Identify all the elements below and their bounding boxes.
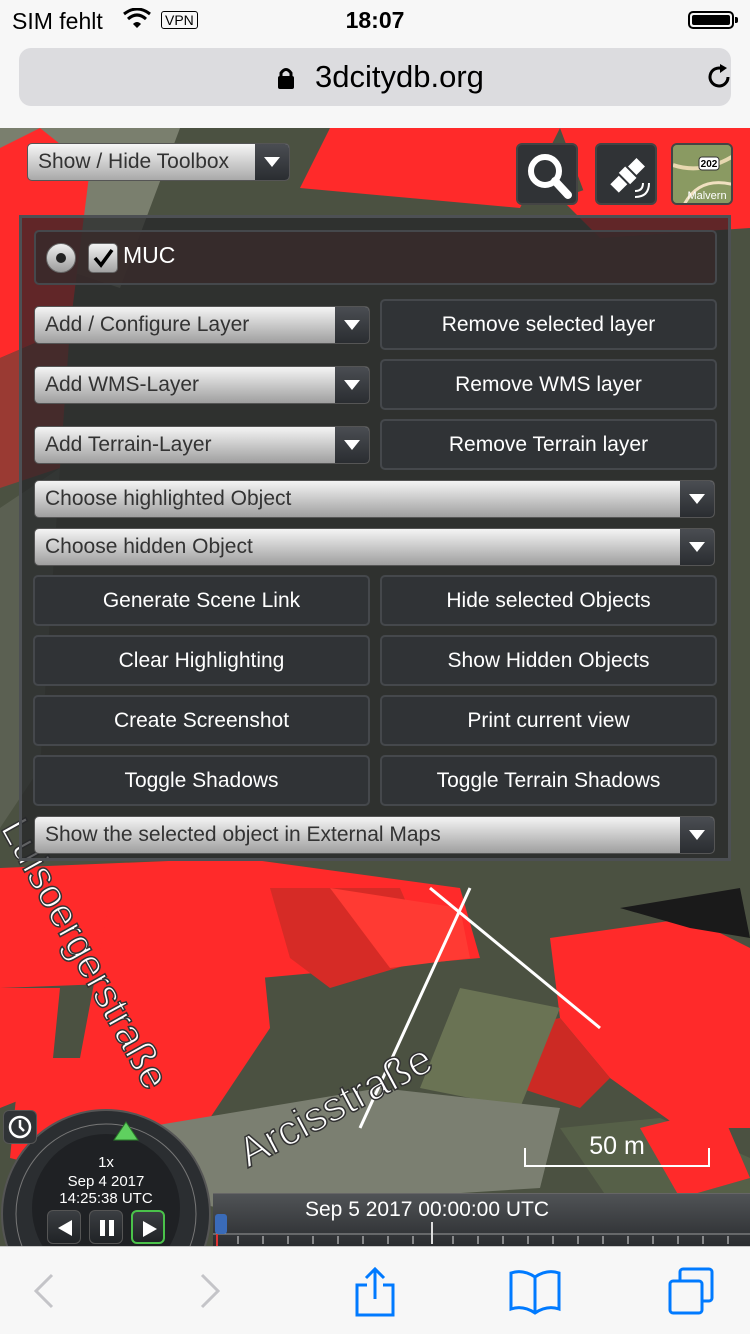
back-button[interactable] bbox=[16, 1265, 72, 1317]
layer-visible-checkbox[interactable] bbox=[88, 243, 118, 273]
chevron-down-icon bbox=[335, 367, 369, 403]
share-icon bbox=[355, 1266, 395, 1317]
animation-date: Sep 4 2017 bbox=[67, 1173, 145, 1190]
book-icon bbox=[509, 1270, 561, 1315]
show-hidden-button[interactable]: Show Hidden Objects bbox=[380, 635, 717, 686]
forward-button[interactable] bbox=[182, 1265, 238, 1317]
play-icon bbox=[143, 1221, 157, 1237]
share-button[interactable] bbox=[347, 1265, 403, 1317]
map-thumbnail-icon: 202 Malvern bbox=[673, 145, 731, 203]
add-layer-label: Add / Configure Layer bbox=[45, 313, 250, 336]
clock-icon[interactable] bbox=[3, 1110, 37, 1144]
route-badge: 202 bbox=[701, 159, 718, 170]
clear-highlighting-button[interactable]: Clear Highlighting bbox=[33, 635, 370, 686]
base-layer-label: Malvern bbox=[687, 190, 726, 202]
timeline-date: Sep 5 2017 00:00:00 UTC bbox=[305, 1198, 550, 1221]
base-layer-picker[interactable]: 202 Malvern bbox=[671, 143, 733, 205]
toolbox-toggle-select[interactable]: Show / Hide Toolbox bbox=[27, 143, 290, 181]
generate-scene-link-button[interactable]: Generate Scene Link bbox=[33, 575, 370, 626]
add-layer-select[interactable]: Add / Configure Layer bbox=[34, 306, 370, 344]
highlighted-object-label: Choose highlighted Object bbox=[45, 487, 292, 510]
bookmarks-button[interactable] bbox=[507, 1265, 563, 1317]
animation-speed: 1x bbox=[98, 1154, 114, 1171]
chevron-down-icon bbox=[680, 817, 714, 853]
pause-button[interactable] bbox=[89, 1210, 123, 1244]
add-terrain-select[interactable]: Add Terrain-Layer bbox=[34, 426, 370, 464]
toggle-terrain-shadows-button[interactable]: Toggle Terrain Shadows bbox=[380, 755, 717, 806]
hide-selected-button[interactable]: Hide selected Objects bbox=[380, 575, 717, 626]
layer-list-item[interactable]: MUC bbox=[34, 230, 717, 285]
satellite-icon bbox=[610, 158, 650, 198]
external-maps-label: Show the selected object in External Map… bbox=[45, 823, 441, 846]
print-view-button[interactable]: Print current view bbox=[380, 695, 717, 746]
hidden-object-label: Choose hidden Object bbox=[45, 535, 253, 558]
animation-time: 14:25:38 UTC bbox=[59, 1190, 153, 1207]
reload-icon[interactable] bbox=[704, 62, 734, 97]
tabs-icon bbox=[668, 1267, 714, 1315]
layer-name: MUC bbox=[123, 242, 176, 268]
remove-wms-button[interactable]: Remove WMS layer bbox=[380, 359, 717, 410]
timeline[interactable]: Sep 5 2017 00:00:00 UTC bbox=[213, 1193, 750, 1247]
battery-icon bbox=[688, 11, 738, 29]
toggle-shadows-button[interactable]: Toggle Shadows bbox=[33, 755, 370, 806]
browser-chrome: 3dcitydb.org bbox=[0, 40, 750, 128]
address-bar[interactable]: 3dcitydb.org bbox=[19, 48, 731, 106]
pause-icon bbox=[100, 1220, 114, 1236]
add-wms-select[interactable]: Add WMS-Layer bbox=[34, 366, 370, 404]
layer-active-radio[interactable] bbox=[46, 243, 76, 273]
chevron-down-icon bbox=[680, 481, 714, 517]
chevron-right-icon bbox=[200, 1273, 221, 1309]
play-reverse-icon bbox=[58, 1220, 72, 1236]
geocoder-button[interactable] bbox=[516, 143, 578, 205]
chevron-down-icon bbox=[335, 307, 369, 343]
play-reverse-button[interactable] bbox=[47, 1210, 81, 1244]
search-icon bbox=[528, 154, 572, 199]
chevron-left-icon bbox=[33, 1273, 54, 1309]
distance-legend: 50 m bbox=[524, 1130, 710, 1168]
remove-terrain-button[interactable]: Remove Terrain layer bbox=[380, 419, 717, 470]
browser-toolbar bbox=[0, 1246, 750, 1334]
toolbox-toggle-label: Show / Hide Toolbox bbox=[38, 150, 230, 173]
hidden-object-select[interactable]: Choose hidden Object bbox=[34, 528, 715, 566]
add-terrain-label: Add Terrain-Layer bbox=[45, 433, 212, 456]
scene-mode-button[interactable] bbox=[595, 143, 657, 205]
chevron-down-icon bbox=[255, 144, 289, 180]
remove-layer-button[interactable]: Remove selected layer bbox=[380, 299, 717, 350]
create-screenshot-button[interactable]: Create Screenshot bbox=[33, 695, 370, 746]
highlighted-object-select[interactable]: Choose highlighted Object bbox=[34, 480, 715, 518]
status-bar: SIM fehlt VPN 18:07 bbox=[0, 0, 750, 40]
street-label-arcis: Arcisstraße bbox=[230, 1035, 440, 1176]
lock-icon bbox=[276, 66, 296, 95]
add-wms-label: Add WMS-Layer bbox=[45, 373, 200, 396]
url-domain: 3dcitydb.org bbox=[315, 59, 484, 94]
clock-time: 18:07 bbox=[345, 7, 405, 33]
play-button[interactable] bbox=[131, 1210, 165, 1244]
chevron-down-icon bbox=[335, 427, 369, 463]
chevron-down-icon bbox=[680, 529, 714, 565]
external-maps-select[interactable]: Show the selected object in External Map… bbox=[34, 816, 715, 854]
tabs-button[interactable] bbox=[664, 1265, 720, 1317]
